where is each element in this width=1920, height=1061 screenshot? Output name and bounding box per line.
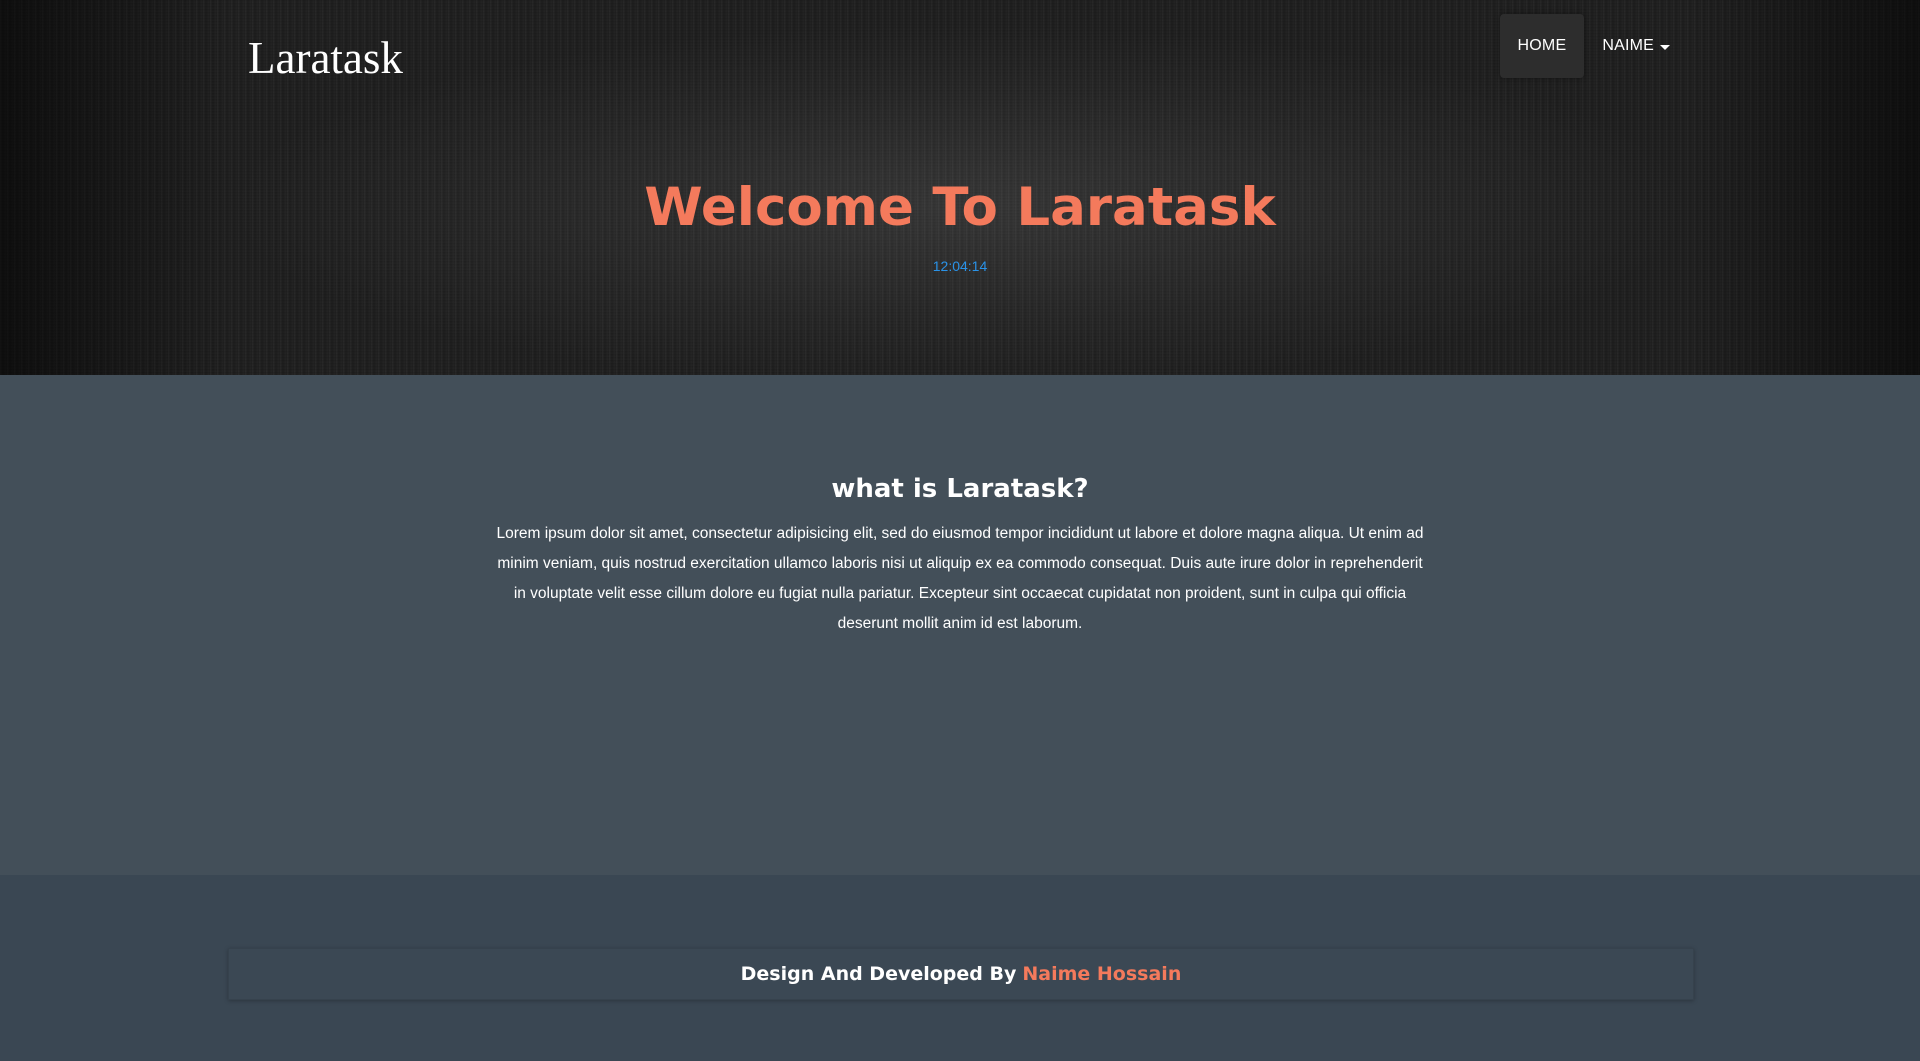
clock-display: 12:04:14 <box>932 258 988 274</box>
about-description: Lorem ipsum dolor sit amet, consectetur … <box>496 525 1424 632</box>
footer-credit-prefix: Design And Developed By <box>740 963 1017 985</box>
footer-section: Design And Developed By Naime Hossain <box>0 875 1920 1061</box>
main-nav: HOME NAIME <box>1499 14 1688 78</box>
footer-credit-bar: Design And Developed By Naime Hossain <box>228 948 1694 1000</box>
caret-down-icon <box>1660 44 1670 50</box>
nav-item-home-label: HOME <box>1517 37 1567 54</box>
brand-logo[interactable]: Laratask <box>248 28 403 88</box>
about-title: what is Laratask? <box>831 474 1089 504</box>
nav-item-user-label: NAIME <box>1602 37 1654 54</box>
hero-title: Welcome To Laratask <box>644 177 1276 238</box>
nav-item-user-dropdown[interactable]: NAIME <box>1584 14 1688 78</box>
hero-section: Laratask HOME NAIME Welcome To Laratask … <box>0 0 1920 375</box>
footer-author-name: Naime Hossain <box>1022 963 1182 985</box>
about-section: what is Laratask? Lorem ipsum dolor sit … <box>0 375 1920 875</box>
nav-item-home[interactable]: HOME <box>1499 14 1585 78</box>
